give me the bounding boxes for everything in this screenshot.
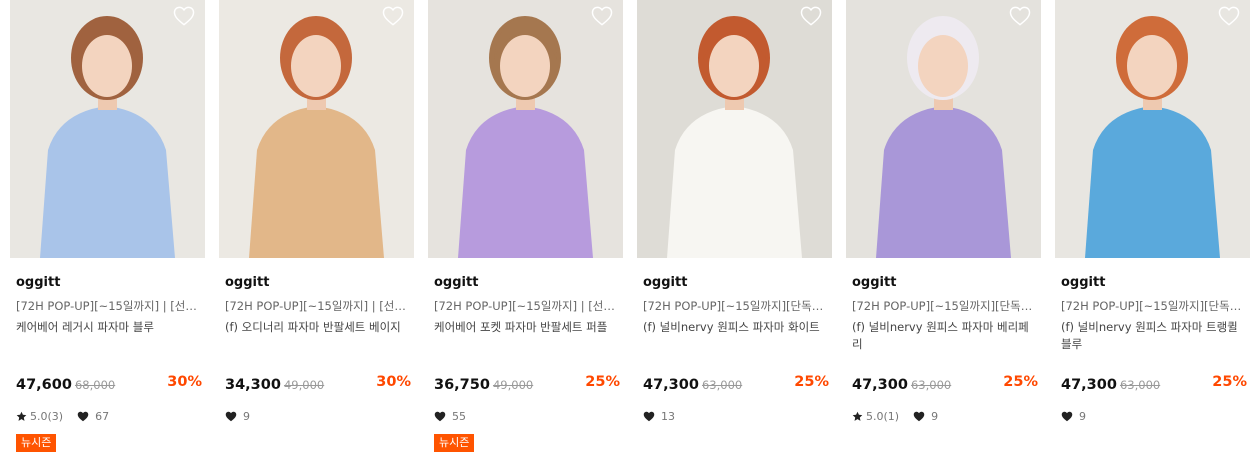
product-tag[interactable]: [72H POP-UP][~15일까지][단독세일... — [643, 298, 829, 314]
price-row: 47,300 63,000 25% — [643, 374, 829, 394]
product-card[interactable]: oggitt [72H POP-UP][~15일까지][단독세일... (f) … — [846, 0, 1041, 473]
product-photo — [219, 0, 414, 258]
likes-heart-icon — [643, 411, 655, 422]
new-season-badge: 뉴시즌 — [16, 434, 57, 452]
product-photo — [846, 0, 1041, 258]
product-meta: 55 — [434, 408, 466, 424]
wishlist-heart-icon[interactable] — [173, 6, 195, 26]
product-image[interactable] — [846, 0, 1041, 258]
product-photo — [428, 0, 623, 258]
product-card[interactable]: oggitt [72H POP-UP][~15일까지] | [선물포... 케어… — [428, 0, 623, 473]
discount-rate: 30% — [376, 374, 411, 390]
brand-name[interactable]: oggitt — [852, 275, 1038, 291]
product-image[interactable] — [428, 0, 623, 258]
brand-name[interactable]: oggitt — [643, 275, 829, 291]
product-tag[interactable]: [72H POP-UP][~15일까지][단독세일... — [1061, 298, 1247, 314]
wishlist-heart-icon[interactable] — [1009, 6, 1031, 26]
product-meta: 5.0(1) 9 — [852, 408, 938, 424]
product-tag[interactable]: [72H POP-UP][~15일까지] | [선물포... — [225, 298, 411, 314]
product-photo — [10, 0, 205, 258]
likes-count: 9 — [243, 409, 250, 423]
likes-heart-icon — [434, 411, 446, 422]
sale-price: 34,300 — [225, 377, 281, 393]
product-name[interactable]: (f) 널비nervy 원피스 파자마 베리페리 — [852, 319, 1038, 355]
likes-count: 13 — [661, 409, 675, 423]
original-price: 49,000 — [283, 378, 325, 392]
brand-name[interactable]: oggitt — [225, 275, 411, 291]
wishlist-heart-icon[interactable] — [800, 6, 822, 26]
original-price: 68,000 — [74, 378, 116, 392]
discount-rate: 30% — [167, 374, 202, 390]
product-name[interactable]: (f) 널비nervy 원피스 파자마 트랭퀼 블루 — [1061, 319, 1247, 355]
product-tag[interactable]: [72H POP-UP][~15일까지][단독세일... — [852, 298, 1038, 314]
price-row: 36,750 49,000 25% — [434, 374, 620, 394]
discount-rate: 25% — [1212, 374, 1247, 390]
product-tag[interactable]: [72H POP-UP][~15일까지] | [선물포... — [434, 298, 620, 314]
price-row: 34,300 49,000 30% — [225, 374, 411, 394]
product-card[interactable]: oggitt [72H POP-UP][~15일까지][단독세일... (f) … — [1055, 0, 1250, 473]
product-photo — [1055, 0, 1250, 258]
original-price: 63,000 — [1119, 378, 1161, 392]
star-icon — [852, 411, 863, 422]
product-card[interactable]: oggitt [72H POP-UP][~15일까지] | [선물포... 케어… — [10, 0, 205, 473]
original-price: 63,000 — [701, 378, 743, 392]
product-image[interactable] — [637, 0, 832, 258]
likes-count: 55 — [452, 409, 466, 423]
discount-rate: 25% — [585, 374, 620, 390]
product-meta: 9 — [1061, 408, 1086, 424]
star-icon — [16, 411, 27, 422]
product-meta: 13 — [643, 408, 675, 424]
product-meta: 5.0(3) 67 — [16, 408, 109, 424]
new-season-badge: 뉴시즌 — [434, 434, 475, 452]
likes-count: 9 — [931, 409, 939, 423]
product-name[interactable]: (f) 오디너리 파자마 반팔세트 베이지 — [225, 319, 411, 355]
likes-heart-icon — [225, 411, 237, 422]
product-image[interactable] — [10, 0, 205, 258]
likes-heart-icon — [913, 411, 925, 422]
product-grid: oggitt [72H POP-UP][~15일까지] | [선물포... 케어… — [0, 0, 1258, 473]
price-row: 47,300 63,000 25% — [1061, 374, 1247, 394]
sale-price: 47,600 — [16, 377, 72, 393]
sale-price: 47,300 — [643, 377, 699, 393]
product-meta: 9 — [225, 408, 250, 424]
likes-count: 67 — [95, 409, 110, 423]
product-card[interactable]: oggitt [72H POP-UP][~15일까지] | [선물포... (f… — [219, 0, 414, 473]
sale-price: 36,750 — [434, 377, 490, 393]
sale-price: 47,300 — [1061, 377, 1117, 393]
likes-heart-icon — [1061, 411, 1073, 422]
brand-name[interactable]: oggitt — [434, 275, 620, 291]
brand-name[interactable]: oggitt — [16, 275, 202, 291]
price-row: 47,300 63,000 25% — [852, 374, 1038, 394]
original-price: 63,000 — [910, 378, 952, 392]
product-image[interactable] — [1055, 0, 1250, 258]
likes-count: 9 — [1079, 409, 1086, 423]
product-name[interactable]: 케어베어 포켓 파자마 반팔세트 퍼플 — [434, 319, 620, 355]
brand-name[interactable]: oggitt — [1061, 275, 1247, 291]
product-photo — [637, 0, 832, 258]
rating-value: 5.0(1) — [866, 409, 900, 423]
rating-value: 5.0(3) — [30, 409, 64, 423]
wishlist-heart-icon[interactable] — [1218, 6, 1240, 26]
wishlist-heart-icon[interactable] — [382, 6, 404, 26]
discount-rate: 25% — [794, 374, 829, 390]
wishlist-heart-icon[interactable] — [591, 6, 613, 26]
product-image[interactable] — [219, 0, 414, 258]
sale-price: 47,300 — [852, 377, 908, 393]
original-price: 49,000 — [492, 378, 534, 392]
product-name[interactable]: 케어베어 레거시 파자마 블루 — [16, 319, 202, 355]
likes-heart-icon — [77, 411, 89, 422]
product-name[interactable]: (f) 널비nervy 원피스 파자마 화이트 — [643, 319, 829, 355]
product-tag[interactable]: [72H POP-UP][~15일까지] | [선물포... — [16, 298, 202, 314]
price-row: 47,600 68,000 30% — [16, 374, 202, 394]
product-card[interactable]: oggitt [72H POP-UP][~15일까지][단독세일... (f) … — [637, 0, 832, 473]
discount-rate: 25% — [1003, 374, 1038, 390]
